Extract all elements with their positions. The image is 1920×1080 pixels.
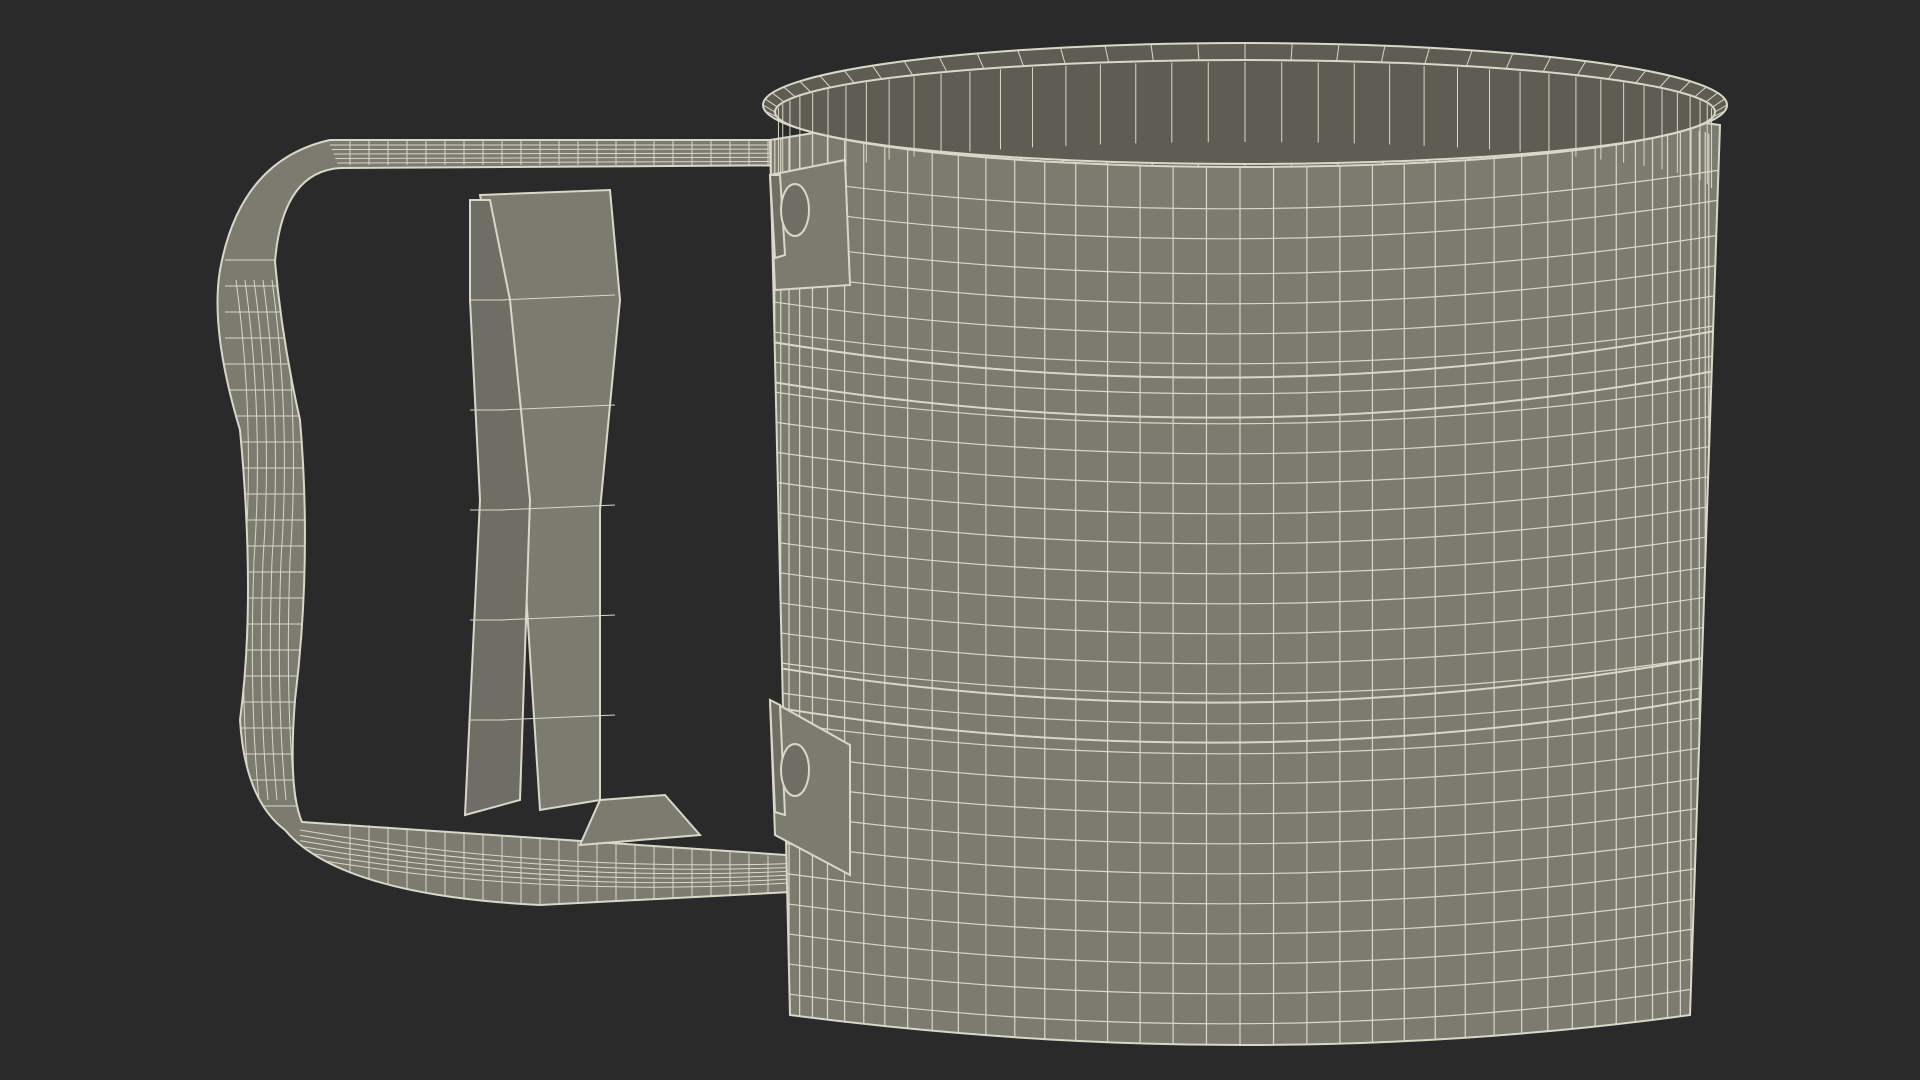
upper-bracket: [768, 158, 852, 292]
sifter-model: [216, 42, 1728, 1046]
wire-line: [1608, 143, 1618, 146]
render-viewport: [0, 0, 1920, 1080]
crank-bar: [463, 188, 703, 847]
wire-line: [872, 143, 882, 146]
sifter-body: [768, 94, 1722, 1046]
